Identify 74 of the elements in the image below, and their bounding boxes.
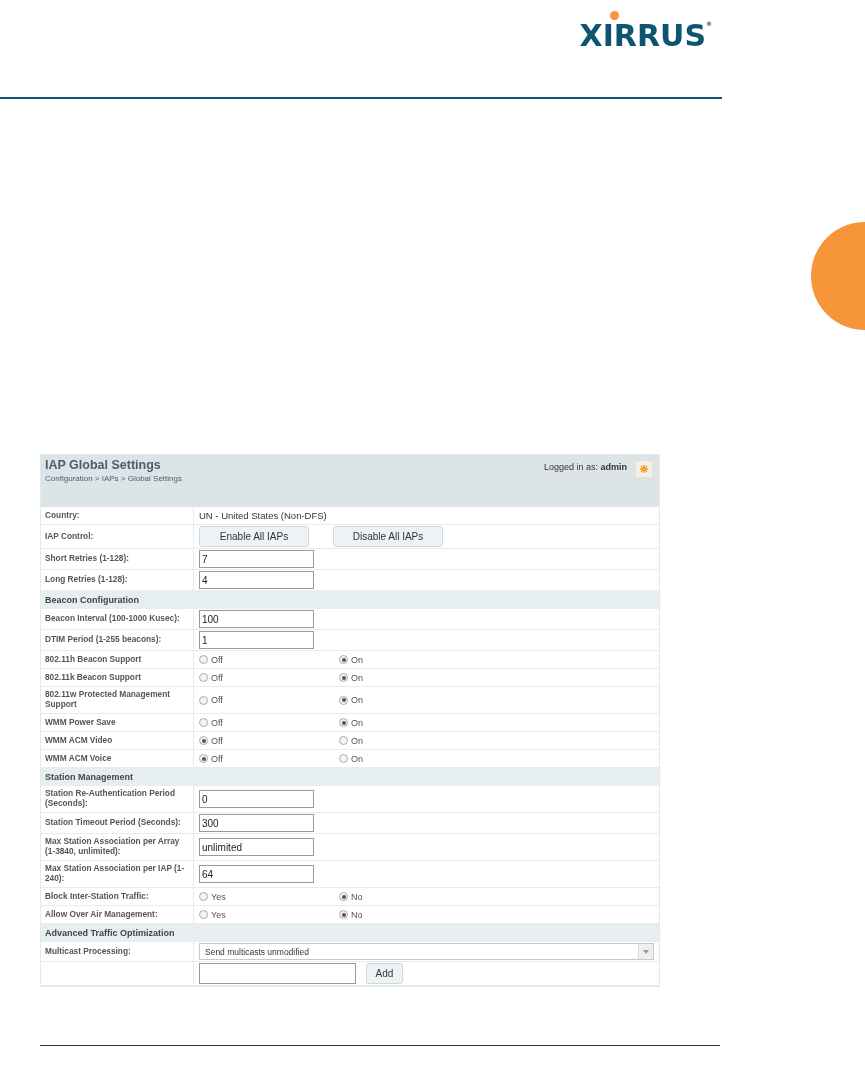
input-field[interactable]: 1 bbox=[199, 631, 314, 649]
caret-icon bbox=[643, 949, 649, 954]
radio-label: Off bbox=[211, 735, 223, 746]
field-label: Short Retries (1-128): bbox=[41, 549, 194, 569]
radio-button[interactable] bbox=[199, 655, 208, 664]
section-header: Station Management bbox=[41, 768, 659, 786]
field-label: WMM Power Save bbox=[41, 714, 194, 731]
field-label: WMM ACM Video bbox=[41, 732, 194, 749]
radio-label: Yes bbox=[211, 891, 226, 902]
radio-button[interactable] bbox=[339, 910, 348, 919]
radio-label: On bbox=[351, 695, 363, 705]
radio-label: Off bbox=[211, 753, 223, 764]
field-label: Multicast Processing: bbox=[41, 942, 194, 961]
field-label: Station Timeout Period (Seconds): bbox=[41, 813, 194, 833]
input-field[interactable]: 64 bbox=[199, 865, 314, 883]
input-field[interactable]: unlimited bbox=[199, 838, 314, 856]
input-field[interactable] bbox=[199, 963, 356, 984]
radio-label: On bbox=[351, 753, 363, 764]
radio-label: No bbox=[351, 891, 363, 902]
radio-label: Off bbox=[211, 717, 223, 728]
field-label: WMM ACM Voice bbox=[41, 750, 194, 767]
radio-button[interactable] bbox=[199, 736, 208, 745]
radio-button[interactable] bbox=[339, 754, 348, 763]
field-label: Block Inter-Station Traffic: bbox=[41, 888, 194, 905]
input-field[interactable]: 300 bbox=[199, 814, 314, 832]
radio-button[interactable] bbox=[199, 673, 208, 682]
action-button[interactable]: Enable All IAPs bbox=[199, 526, 309, 547]
input-field[interactable]: 4 bbox=[199, 571, 314, 589]
section-header: Advanced Traffic Optimization bbox=[41, 924, 659, 942]
input-field[interactable]: 0 bbox=[199, 790, 314, 808]
radio-label: Yes bbox=[211, 909, 226, 920]
radio-label: Off bbox=[211, 672, 223, 683]
field-label: Max Station Association per IAP (1-240): bbox=[41, 861, 194, 887]
field-label: Max Station Association per Array (1-3840, unlimited): bbox=[41, 834, 194, 860]
radio-button[interactable] bbox=[199, 754, 208, 763]
radio-button[interactable] bbox=[339, 736, 348, 745]
radio-button[interactable] bbox=[339, 655, 348, 664]
field-label: IAP Control: bbox=[41, 525, 194, 548]
radio-button[interactable] bbox=[339, 673, 348, 682]
radio-label: On bbox=[351, 654, 363, 665]
radio-label: On bbox=[351, 672, 363, 683]
field-label: 802.11w Protected Management Support bbox=[41, 687, 194, 713]
radio-button[interactable] bbox=[339, 892, 348, 901]
action-button[interactable]: Disable All IAPs bbox=[333, 526, 443, 547]
add-button[interactable]: Add bbox=[366, 963, 403, 984]
radio-label: On bbox=[351, 717, 363, 728]
radio-button[interactable] bbox=[339, 718, 348, 727]
dropdown[interactable]: Send multicasts unmodified bbox=[199, 943, 654, 960]
radio-button[interactable] bbox=[199, 718, 208, 727]
field-label: Long Retries (1-128): bbox=[41, 570, 194, 590]
field-label: DTIM Period (1-255 beacons): bbox=[41, 630, 194, 650]
field-label: 802.11k Beacon Support bbox=[41, 669, 194, 686]
field-label: Allow Over Air Management: bbox=[41, 906, 194, 923]
settings-button[interactable] bbox=[635, 460, 653, 478]
radio-label: Off bbox=[211, 695, 223, 705]
page-title: IAP Global Settings bbox=[45, 458, 162, 472]
field-label: Country: bbox=[41, 507, 194, 524]
star-icon bbox=[640, 465, 648, 473]
login-status: Logged in as: admin bbox=[543, 462, 627, 472]
field-label: Beacon Interval (100-1000 Kusec): bbox=[41, 609, 194, 629]
radio-button[interactable] bbox=[339, 695, 348, 705]
field-label: Station Re-Authentication Period (Seconds): bbox=[41, 786, 194, 812]
input-field[interactable]: 100 bbox=[199, 610, 314, 628]
input-field[interactable]: 7 bbox=[199, 550, 314, 568]
radio-button[interactable] bbox=[199, 892, 208, 901]
radio-label: No bbox=[351, 909, 363, 920]
field-label: 802.11h Beacon Support bbox=[41, 651, 194, 668]
radio-button[interactable] bbox=[199, 695, 208, 705]
radio-label: On bbox=[351, 735, 363, 746]
breadcrumb: Configuration > IAPs > Global Settings bbox=[45, 474, 182, 483]
radio-button[interactable] bbox=[199, 910, 208, 919]
section-header: Beacon Configuration bbox=[41, 591, 659, 609]
radio-label: Off bbox=[211, 654, 223, 665]
field-value: UN - United States (Non-DFS) bbox=[199, 510, 327, 521]
